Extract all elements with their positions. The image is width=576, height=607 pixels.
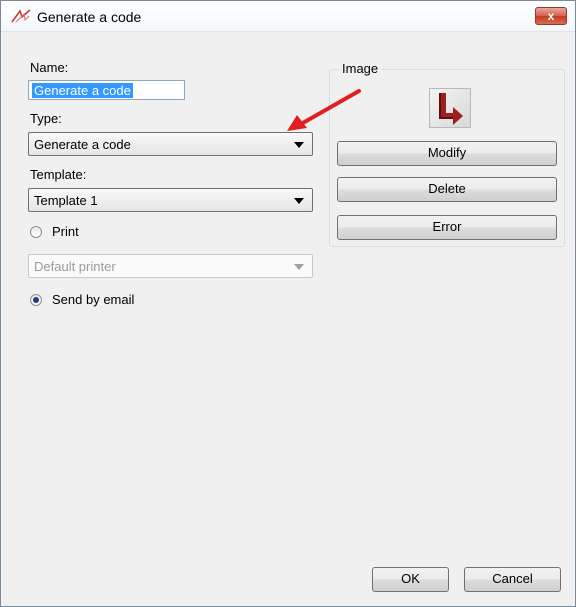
chevron-down-icon [294,142,304,148]
chevron-down-icon [294,264,304,270]
image-group-title: Image [339,61,382,76]
modify-button[interactable]: Modify [337,141,557,166]
close-icon: x [547,9,555,23]
type-label: Type: [30,111,62,126]
printer-dropdown: Default printer [28,254,313,278]
send-by-email-radio[interactable] [30,294,42,306]
template-dropdown-value: Template 1 [34,193,98,208]
ok-button[interactable]: OK [372,567,449,592]
error-button[interactable]: Error [337,215,557,240]
type-dropdown[interactable]: Generate a code [28,132,313,156]
close-button[interactable]: x [535,7,567,25]
type-dropdown-value: Generate a code [34,137,131,152]
window-title: Generate a code [37,9,142,25]
print-radio[interactable] [30,226,42,238]
app-logo-icon [11,9,31,23]
cancel-button[interactable]: Cancel [464,567,561,592]
name-label: Name: [30,60,69,75]
printer-dropdown-value: Default printer [34,259,116,274]
chevron-down-icon [294,198,304,204]
template-label: Template: [30,167,87,182]
arrow-shape-image-icon [429,88,471,128]
title-bar: Generate a code x [1,1,575,32]
name-input[interactable]: Generate a code [28,80,185,100]
template-dropdown[interactable]: Template 1 [28,188,313,212]
generate-code-dialog: Generate a code x Name: Generate a code … [0,0,576,607]
delete-button[interactable]: Delete [337,177,557,202]
send-by-email-label: Send by email [52,292,135,307]
name-input-value: Generate a code [32,83,133,98]
print-label: Print [52,224,79,239]
